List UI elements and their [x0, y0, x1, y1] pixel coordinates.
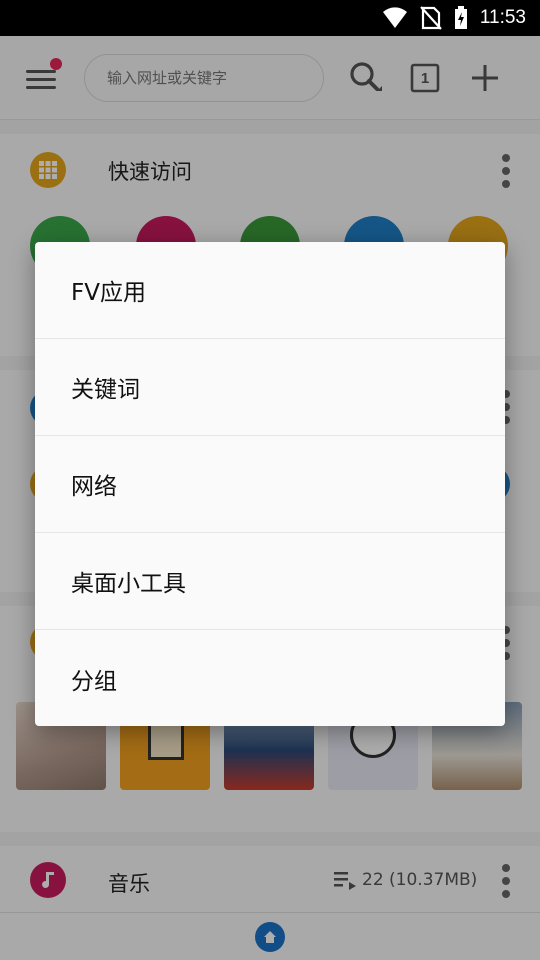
no-sim-icon — [420, 6, 442, 30]
dialog-item-keywords[interactable]: 关键词 — [35, 339, 505, 436]
dialog-item-label: 网络 — [71, 474, 117, 500]
dialog-item-widgets[interactable]: 桌面小工具 — [35, 533, 505, 630]
status-bar: 11:53 — [0, 0, 540, 36]
add-item-dialog: FV应用 关键词 网络 桌面小工具 分组 — [35, 242, 505, 726]
status-time: 11:53 — [479, 7, 526, 28]
dialog-item-fv-apps[interactable]: FV应用 — [35, 242, 505, 339]
dialog-item-group[interactable]: 分组 — [35, 630, 505, 726]
dialog-item-label: 分组 — [71, 668, 117, 695]
dialog-item-label: 桌面小工具 — [71, 571, 186, 597]
dialog-item-network[interactable]: 网络 — [35, 436, 505, 533]
battery-charging-icon — [454, 6, 468, 30]
dialog-item-label: FV应用 — [71, 280, 146, 306]
wifi-icon — [382, 7, 408, 29]
dialog-item-label: 关键词 — [71, 377, 140, 403]
